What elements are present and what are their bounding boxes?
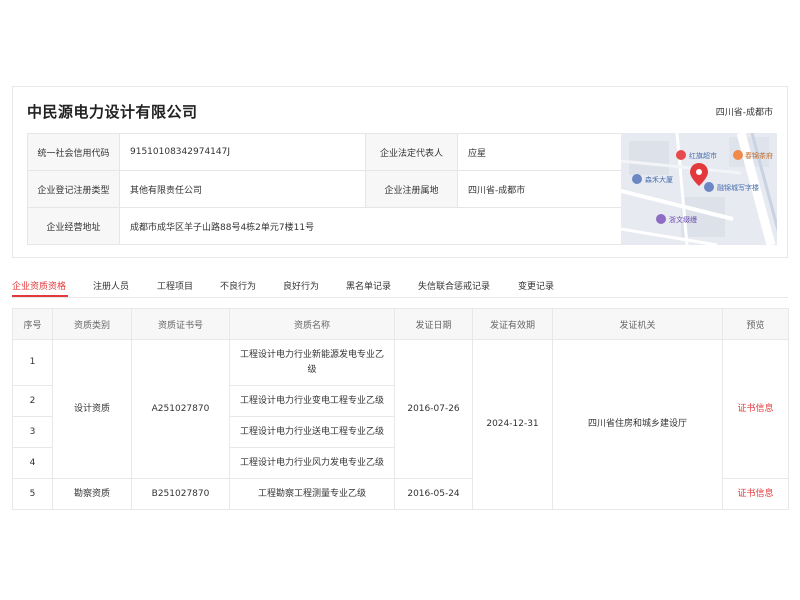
validity-date: 2024-12-31 [472,339,553,510]
poi-label-2: 春锦茶府 [745,151,773,160]
garden-poi-icon [656,214,666,224]
tab-registered-staff[interactable]: 注册人员 [93,279,129,292]
company-card: 中民源电力设计有限公司 四川省-成都市 统一社会信用代码 91510108342… [12,86,788,258]
cert-info-link[interactable]: 证书信息 [737,489,773,499]
company-info-table: 统一社会信用代码 91510108342974147J 企业法定代表人 应星 企… [27,133,622,245]
qualification-category: 设计资质 [52,339,132,479]
supermarket-poi-icon [676,150,686,160]
tab-qualification[interactable]: 企业资质资格 [12,279,66,292]
tab-bar: 企业资质资格 注册人员 工程项目 不良行为 良好行为 黑名单记录 失信联合惩戒记… [12,276,788,298]
tab-blacklist[interactable]: 黑名单记录 [346,279,391,292]
qualification-name: 工程勘察工程测量专业乙级 [229,478,395,510]
col-header-validity: 发证有效期 [472,308,553,340]
qualification-name: 工程设计电力行业新能源发电专业乙级 [229,339,395,386]
credit-code-label: 统一社会信用代码 [27,133,120,171]
col-header-cert-no: 资质证书号 [131,308,230,340]
cert-info-link[interactable]: 证书信息 [737,404,773,414]
credit-code-value: 91510108342974147J [119,133,366,171]
company-name: 中民源电力设计有限公司 [27,103,198,121]
tab-change-records[interactable]: 变更记录 [518,279,554,292]
qualification-name: 工程设计电力行业变电工程专业乙级 [229,385,395,417]
tea-house-poi-icon [733,150,743,160]
tab-bad-behavior[interactable]: 不良行为 [220,279,256,292]
active-tab-underline [12,295,68,297]
qualification-table: 序号 资质类别 资质证书号 资质名称 发证日期 发证有效期 发证机关 预览 1 … [12,308,789,510]
company-region: 四川省-成都市 [715,108,773,118]
qualification-category: 勘察资质 [52,478,132,510]
qualification-name: 工程设计电力行业风力发电专业乙级 [229,447,395,479]
row-no: 1 [12,339,53,386]
preview-cell: 证书信息 [722,339,789,479]
tab-projects[interactable]: 工程项目 [157,279,193,292]
qualification-name: 工程设计电力行业送电工程专业乙级 [229,416,395,448]
issue-date: 2016-05-24 [394,478,473,510]
poi-label-5: 浙文缀缦 [669,215,697,224]
poi-label-1: 红旗超市 [689,151,717,160]
col-header-category: 资质类别 [52,308,132,340]
office-poi-icon [704,182,714,192]
address-label: 企业经营地址 [27,207,120,245]
issuing-authority: 四川省住房和城乡建设厅 [552,339,723,510]
poi-label-3: 森禾大厦 [645,175,673,184]
issue-date: 2016-07-26 [394,339,473,479]
legal-rep-label: 企业法定代表人 [365,133,458,171]
tab-good-behavior[interactable]: 良好行为 [283,279,319,292]
col-header-no: 序号 [12,308,53,340]
col-header-authority: 发证机关 [552,308,723,340]
row-no: 3 [12,416,53,448]
poi-label-4: 融锦城写字楼 [717,183,759,192]
table-row: 1 设计资质 A251027870 工程设计电力行业新能源发电专业乙级 2016… [12,339,789,510]
row-no: 2 [12,385,53,417]
building-poi-icon [632,174,642,184]
row-no: 4 [12,447,53,479]
col-header-preview: 预览 [722,308,789,340]
col-header-name: 资质名称 [229,308,395,340]
reg-place-label: 企业注册属地 [365,170,458,208]
reg-place-value: 四川省-成都市 [457,170,622,208]
reg-type-label: 企业登记注册类型 [27,170,120,208]
location-map[interactable]: 红旗超市 春锦茶府 森禾大厦 融锦城写字楼 浙文缀缦 [621,133,777,245]
col-header-issue-date: 发证日期 [394,308,473,340]
tab-joint-punishment[interactable]: 失信联合惩戒记录 [418,279,490,292]
row-no: 5 [12,478,53,510]
table-header-row: 序号 资质类别 资质证书号 资质名称 发证日期 发证有效期 发证机关 预览 [12,308,789,340]
reg-type-value: 其他有限责任公司 [119,170,366,208]
legal-rep-value: 应星 [457,133,622,171]
preview-cell: 证书信息 [722,478,789,510]
cert-number: B251027870 [131,478,230,510]
address-value: 成都市成华区羊子山路88号4栋2单元7楼11号 [119,207,622,245]
cert-number: A251027870 [131,339,230,479]
